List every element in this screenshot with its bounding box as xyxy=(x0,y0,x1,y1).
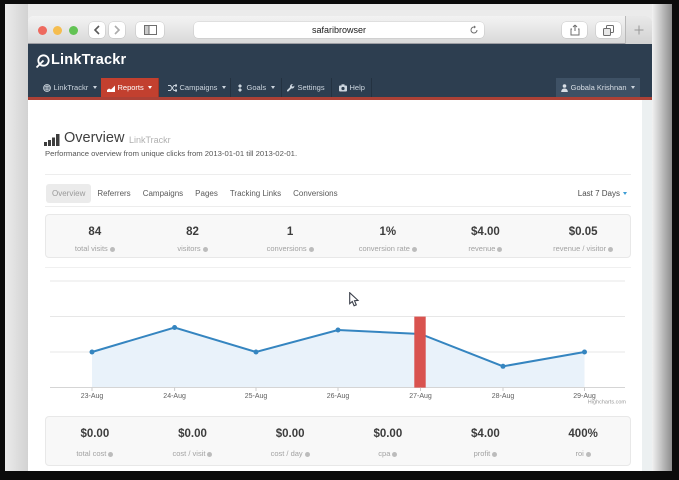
svg-text:25-Aug: 25-Aug xyxy=(245,393,268,400)
svg-text:28-Aug: 28-Aug xyxy=(492,393,515,400)
svg-text:24-Aug: 24-Aug xyxy=(163,393,186,400)
svg-text:27-Aug: 27-Aug xyxy=(409,393,432,400)
svg-text:Highcharts.com: Highcharts.com xyxy=(588,400,627,406)
svg-text:23-Aug: 23-Aug xyxy=(81,393,104,400)
svg-text:26-Aug: 26-Aug xyxy=(327,393,350,400)
